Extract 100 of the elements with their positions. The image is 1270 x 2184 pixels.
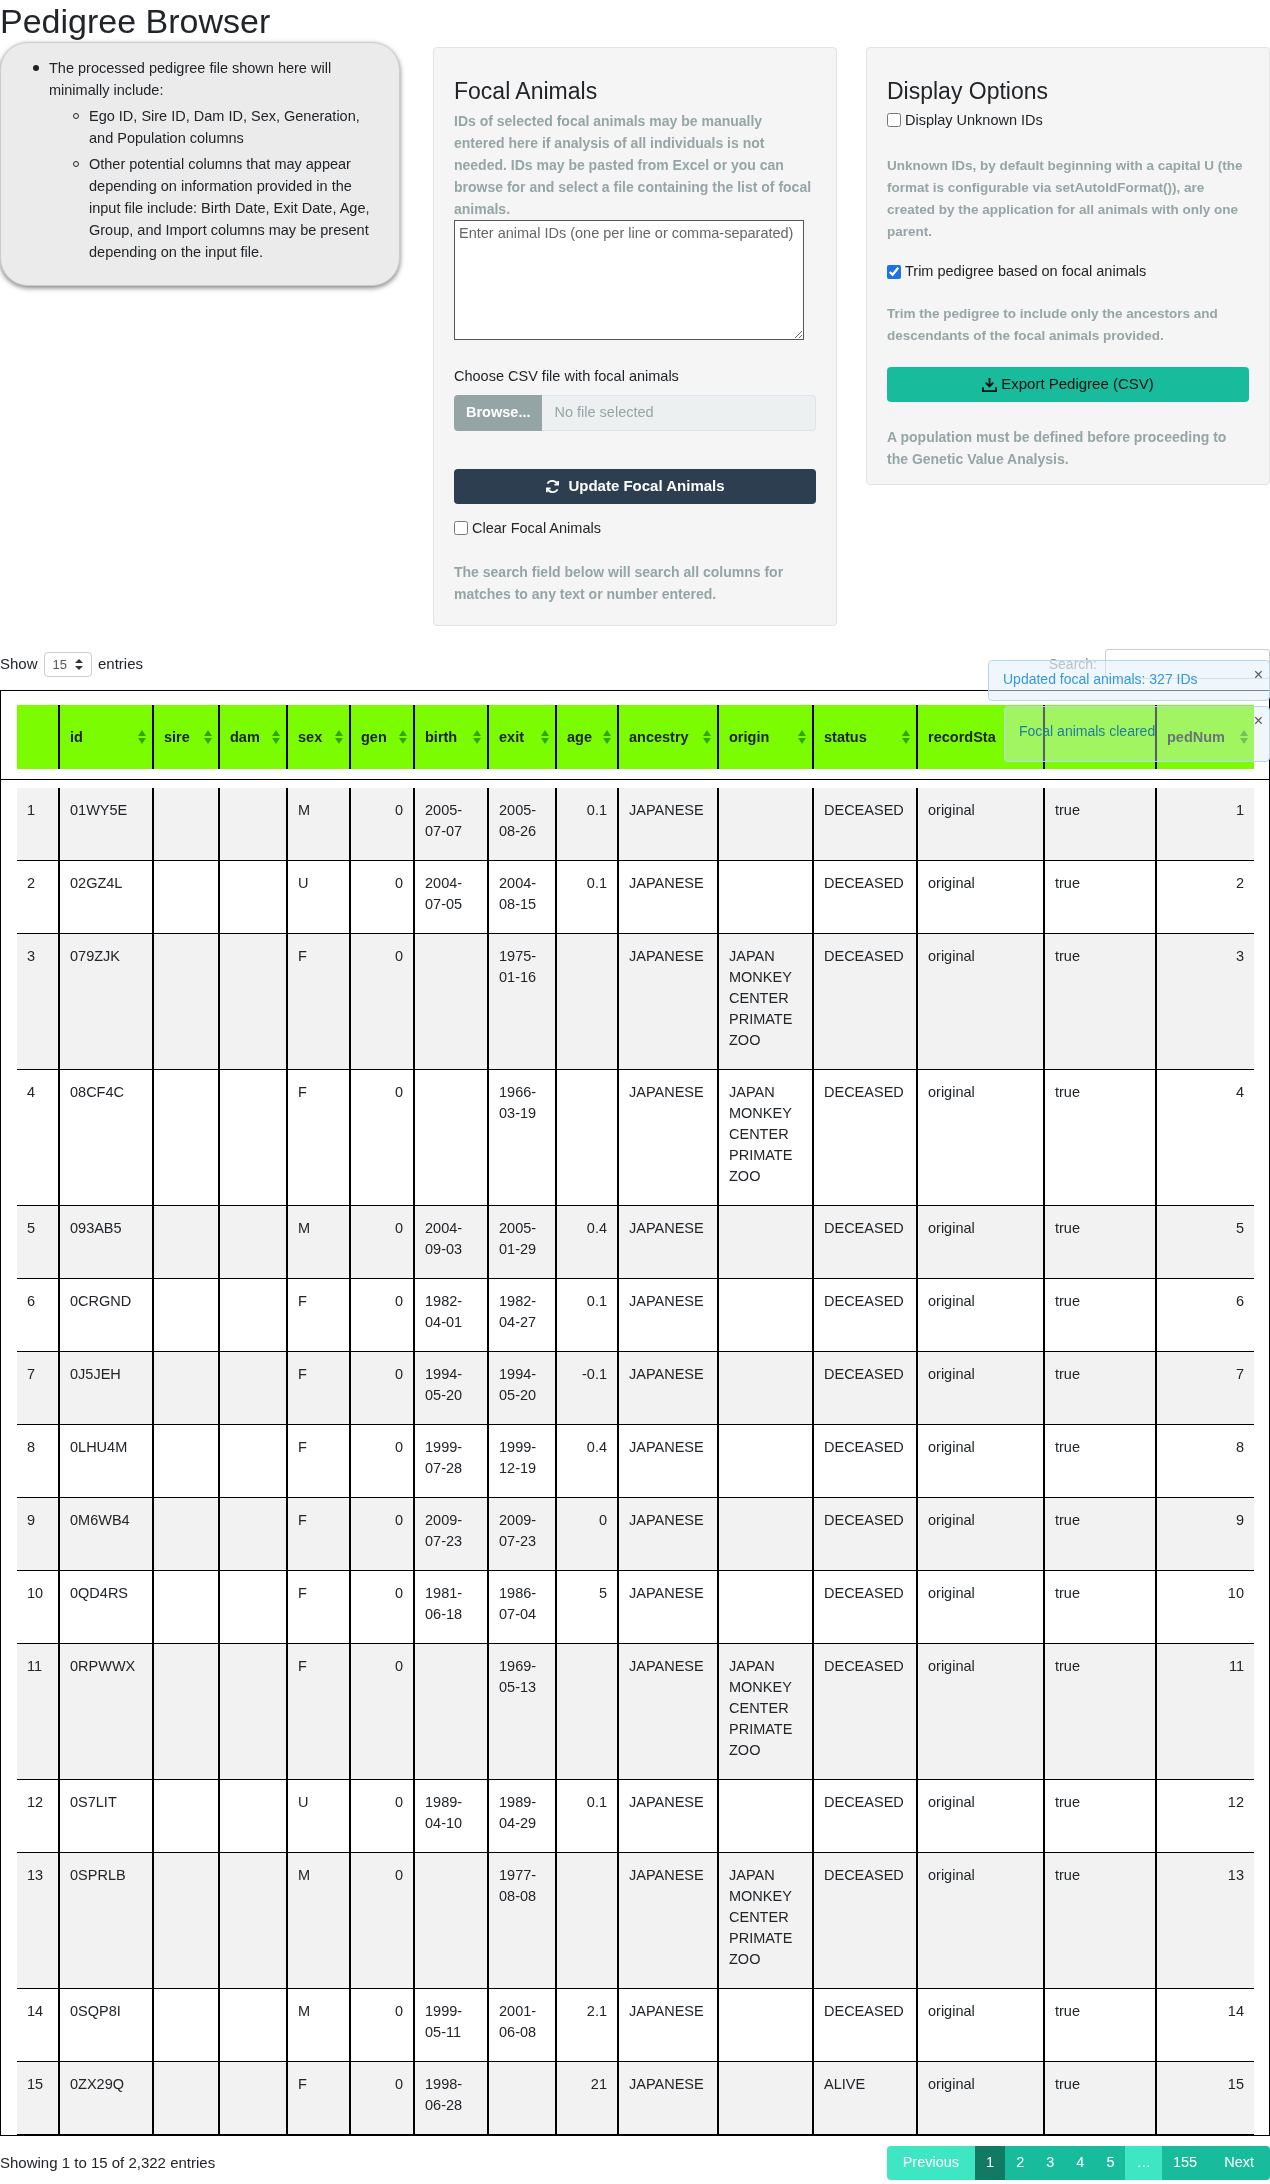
ellipsis-text: … [1125,2146,1162,2180]
table-cell: DECEASED [824,1439,904,1456]
table-cell: 1994-05-20 [425,1366,463,1404]
close-button[interactable]: × [1253,713,1263,730]
table-cell: 1989-04-10 [425,1794,463,1832]
table-cell: 14 [1227,2003,1244,2020]
table-cell: original [928,1366,975,1383]
entries-select[interactable]: 15 [43,651,92,678]
table-cell: 12 [1227,1794,1244,1811]
refresh-icon [545,478,561,494]
table-cell: 2001-06-08 [499,2003,537,2041]
table-cell: 1981-06-18 [425,1585,463,1623]
column-header[interactable]: birth [425,729,458,746]
column-header[interactable]: status [824,729,867,746]
table-cell: 1994-05-20 [499,1366,537,1404]
table-cell: true [1055,802,1080,819]
table-cell: 4 [27,1084,36,1101]
table-cell: 0 [394,1512,403,1529]
table-cell: 0SPRLB [70,1867,126,1884]
table-cell: 0QD4RS [70,1585,129,1602]
column-header[interactable]: sire [164,729,190,746]
table-cell: 9 [27,1512,36,1529]
table-cell: true [1055,948,1080,965]
entries-info: Showing 1 to 15 of 2,322 entries [0,2152,216,2173]
table-cell: DECEASED [824,802,904,819]
table-cell: U [298,1794,309,1811]
table-cell: F [298,948,307,965]
export-button[interactable]: Export Pedigree (CSV) [887,367,1249,402]
table-cell: 0 [598,1512,607,1529]
table-cell: 1969-05-13 [499,1658,537,1696]
table-cell: 0ZX29Q [70,2076,124,2093]
help-text: The search field below will search all columns for matches to any text or number entered. [454,563,785,605]
table-cell: 1966-03-19 [499,1084,537,1122]
table-cell: 1986-07-04 [499,1585,537,1623]
table-cell: 0.1 [586,802,607,819]
table-cell: 2009-07-23 [499,1512,537,1550]
table-cell: 0SQP8I [70,2003,121,2020]
column-header[interactable]: ancestry [629,729,689,746]
close-button[interactable]: × [1253,667,1263,684]
page-button[interactable]: 1 [975,2146,1006,2180]
table-cell: 14 [27,2003,44,2020]
update-button[interactable]: Update Focal Animals [454,469,816,504]
table-cell: 10 [1227,1585,1244,1602]
help-text: A population must be defined before proceeding to the Genetic Value Analysis. [887,427,1228,469]
table-cell: 1989-04-29 [499,1794,537,1832]
column-header[interactable]: age [567,729,592,746]
sort-icon [798,730,806,745]
table-cell: F [298,2076,307,2093]
table-cell: 6 [1235,1293,1244,1310]
table-cell: F [298,1585,307,1602]
download-icon [982,376,998,392]
table-cell: F [298,1366,307,1383]
sort-icon [335,730,343,745]
table-cell: 2005-08-26 [499,802,537,840]
table-cell: 0 [394,1084,403,1101]
table-cell: 5 [598,1585,607,1602]
table-cell: true [1055,1658,1080,1675]
table-cell: 7 [1235,1366,1244,1383]
table-cell: 093AB5 [70,1220,122,1237]
column-header[interactable]: sex [298,729,323,746]
checkbox[interactable] [887,113,901,128]
table-cell: 0CRGND [70,1293,132,1310]
table-cell: original [928,802,975,819]
table-cell: true [1055,2076,1080,2093]
table-cell: 2005-01-29 [499,1220,537,1258]
column-header[interactable]: pedNum [1167,729,1225,746]
table-cell: 1999-12-19 [499,1439,537,1477]
help-text: IDs of selected focal animals may be manually entered here if analysis of all individuals is not needed. IDs may be pasted from Excel or you can browse for and select a file containing the list of focal animals. [454,111,813,219]
table-cell: DECEASED [824,1220,904,1237]
table-cell: JAPAN MONKEY CENTER PRIMATE ZOO [729,948,793,1049]
column-header[interactable]: exit [499,729,524,746]
column-header[interactable]: recordSta [928,729,996,746]
table-cell: 02GZ4L [70,875,123,892]
column-header[interactable]: gen [361,729,387,746]
column-header[interactable]: id [70,729,83,746]
table-cell: 0 [394,2076,403,2093]
table-cell: 3 [1235,948,1244,965]
checkbox[interactable] [454,521,468,536]
table-cell: 1 [1235,802,1244,819]
table-cell: 0 [394,802,403,819]
table-cell: 0 [394,1220,403,1237]
checkbox[interactable] [887,265,901,280]
table-cell: 2009-07-23 [425,1512,463,1550]
column-header[interactable]: dam [230,729,260,746]
table-cell: 13 [1227,1867,1244,1884]
table-cell: 01WY5E [70,802,128,819]
column-header[interactable]: origin [729,729,770,746]
file-field[interactable]: No file selected [542,395,816,432]
table-cell: JAPANESE [629,1366,704,1383]
table-cell: DECEASED [824,948,904,965]
table-cell: 0 [394,1439,403,1456]
table-cell: F [298,1439,307,1456]
table-cell: original [928,1794,975,1811]
table-cell: DECEASED [824,1794,904,1811]
table-cell: JAPAN MONKEY CENTER PRIMATE ZOO [729,1867,793,1968]
checkbox-label: Trim pedigree based on focal animals [905,262,1147,282]
table-cell: JAPANESE [629,1585,704,1602]
table-cell: true [1055,1084,1080,1101]
ids-field[interactable]: Enter animal IDs (one per line or comma-separated) [454,219,804,340]
table-cell: DECEASED [824,1512,904,1529]
